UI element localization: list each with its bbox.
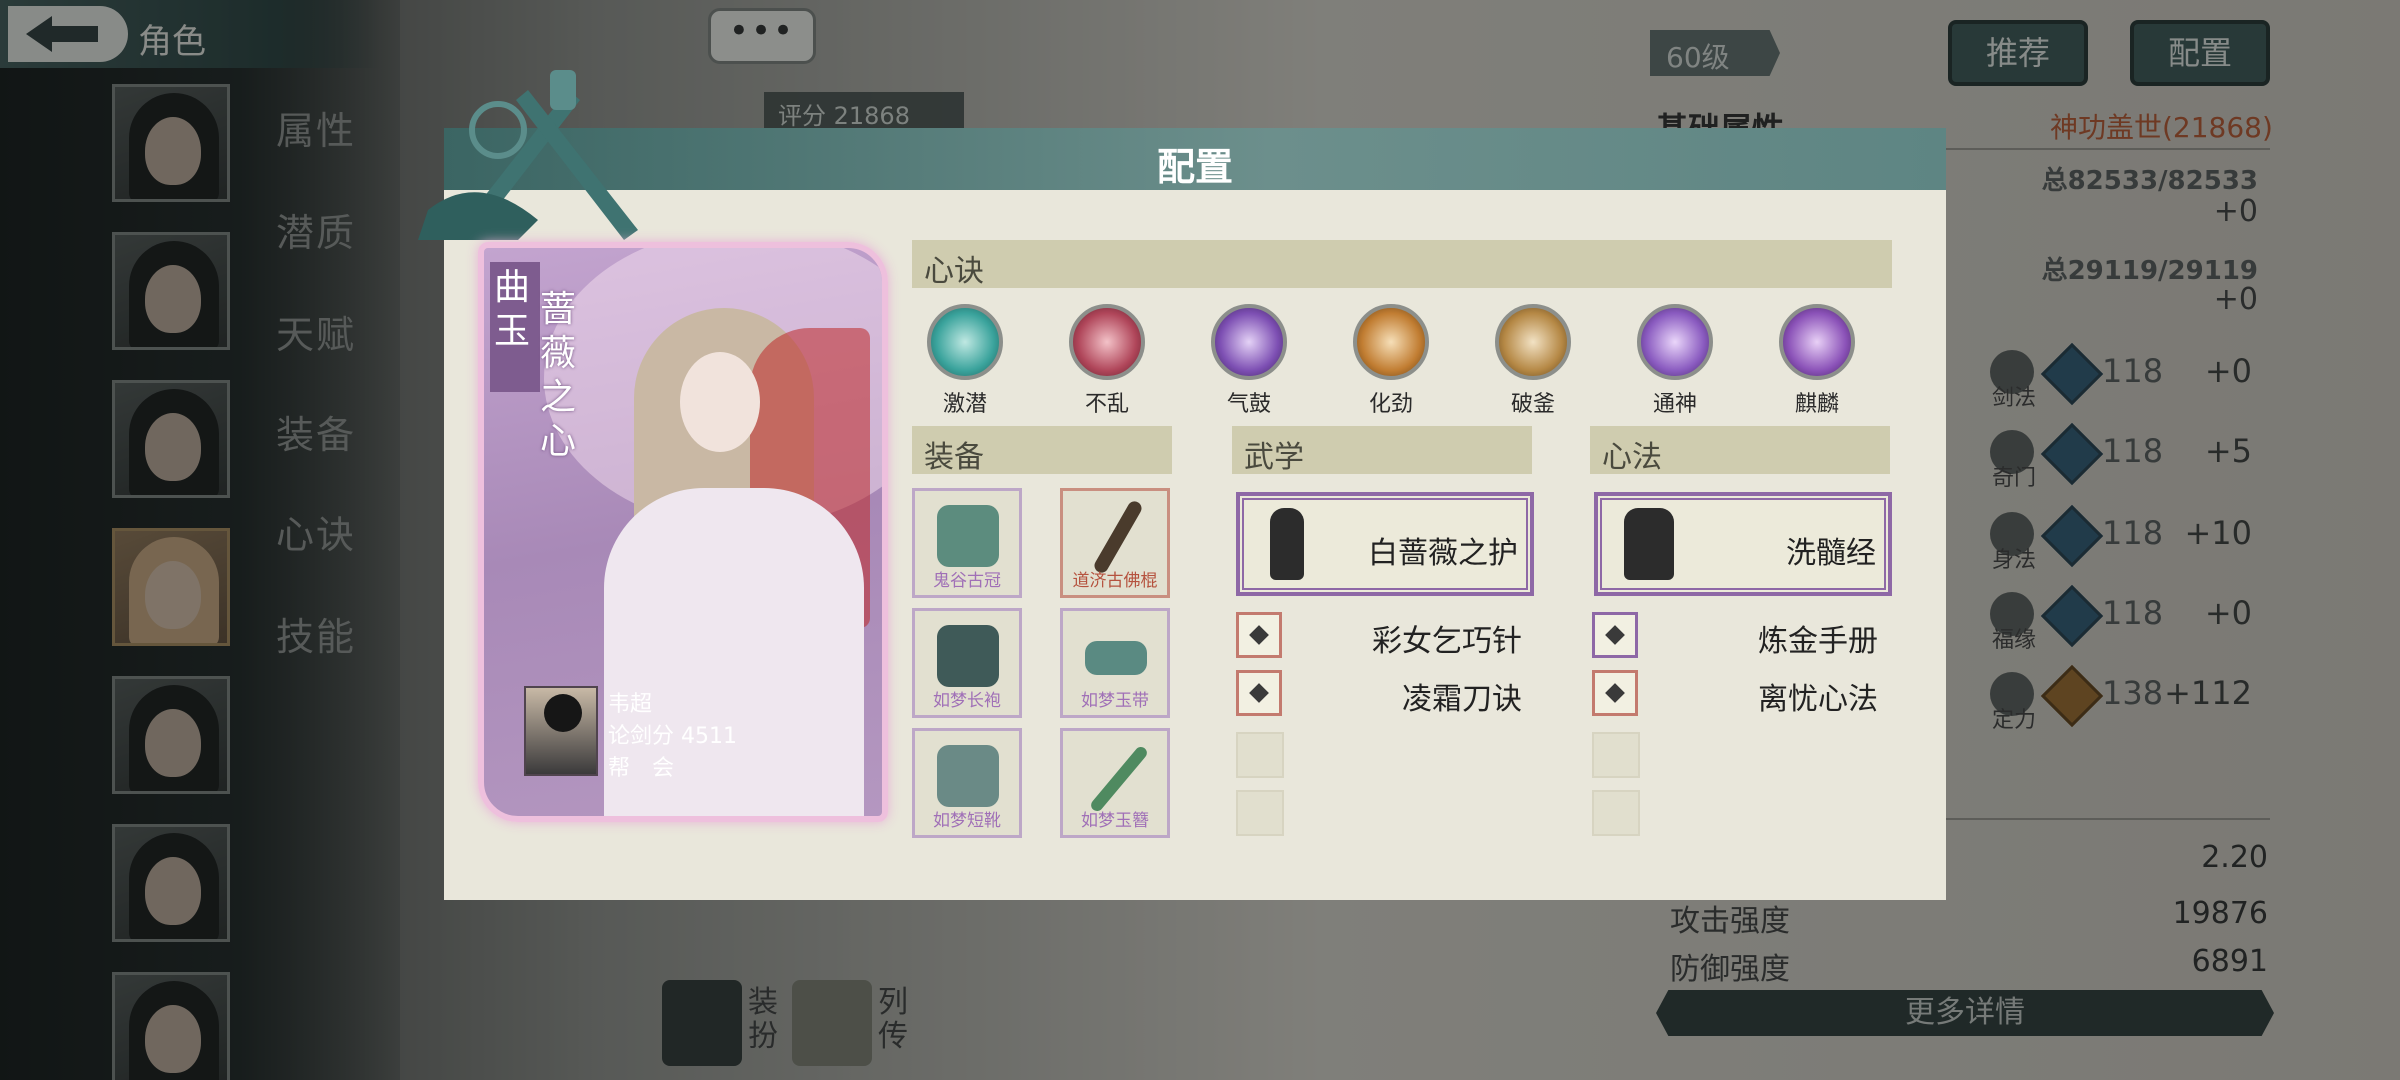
section-title: 装备: [924, 440, 984, 475]
martial-art-sub-slot[interactable]: 彩女乞巧针: [1236, 612, 1536, 659]
section-title: 心法: [1602, 440, 1662, 475]
mind-method-name: 炼金手册: [1758, 624, 1878, 659]
martial-art-name: 彩女乞巧针: [1372, 624, 1522, 659]
martial-art-main-slot[interactable]: 白蔷薇之护: [1236, 492, 1534, 596]
xinjue-slot[interactable]: 破釜: [1492, 304, 1574, 418]
empty-slot[interactable]: [1236, 732, 1284, 778]
equipment-name: 道济古佛棍: [1072, 571, 1158, 591]
equipment-slot[interactable]: 鬼谷古冠: [912, 488, 1022, 598]
character-title: 蔷薇之心: [540, 289, 577, 462]
xinjue-slot[interactable]: 气鼓: [1208, 304, 1290, 418]
section-title: 心诀: [924, 254, 984, 289]
equipment-slot[interactable]: 如梦短靴: [912, 728, 1022, 838]
player-avatar: [524, 686, 598, 776]
qilin-icon: [1779, 304, 1855, 380]
player-name: 韦超: [608, 692, 653, 717]
crown-icon: [937, 505, 999, 567]
xinjue-section-header: 心诀: [912, 240, 1892, 289]
xinjue-name: 麒麟: [1794, 392, 1839, 417]
xinjue-name: 不乱: [1084, 392, 1129, 417]
score-value: 4511: [681, 724, 738, 749]
staff-icon: [1091, 498, 1145, 576]
xinjue-name: 化劲: [1368, 392, 1413, 417]
card-art: [680, 352, 760, 452]
equipment-name: 如梦玉带: [1081, 691, 1149, 711]
xinjue-slot[interactable]: 激潜: [924, 304, 1006, 418]
equipment-slot[interactable]: 如梦玉簪: [1060, 728, 1170, 838]
xinjue-name: 破釜: [1510, 392, 1555, 417]
worry-free-method-icon: [1592, 670, 1638, 716]
xinjue-slot[interactable]: 不乱: [1066, 304, 1148, 418]
tongshen-icon: [1637, 304, 1713, 380]
martial-art-sub-slot[interactable]: 凌霜刀诀: [1236, 670, 1536, 717]
robe-icon: [937, 625, 999, 687]
mind-method-main-slot[interactable]: 洗髓经: [1594, 492, 1892, 596]
config-dialog: 配置 曲玉 蔷薇之心 韦超 论剑分 4511 帮 会 心诀 激潜 不乱 气鼓 化…: [418, 70, 1946, 900]
blade-skill-icon: [1236, 670, 1282, 716]
martial-figure-icon: [1270, 508, 1304, 580]
hairpin-icon: [1088, 744, 1150, 814]
boots-icon: [937, 745, 999, 807]
alchemy-manual-icon: [1592, 612, 1638, 658]
mind-method-name: 洗髓经: [1786, 536, 1876, 571]
xinjue-name: 通神: [1652, 392, 1697, 417]
martial-art-name: 白蔷薇之护: [1368, 536, 1518, 571]
equipment-slot[interactable]: 如梦玉带: [1060, 608, 1170, 718]
meditation-figure-icon: [1624, 508, 1674, 580]
crossed-swords-icon: [418, 70, 638, 240]
mind-method-section-header: 心法: [1590, 426, 1890, 475]
character-name: 曲玉: [494, 267, 531, 352]
empty-slot[interactable]: [1592, 732, 1640, 778]
guild-label: 帮 会: [608, 756, 675, 781]
xinjue-slot[interactable]: 化劲: [1350, 304, 1432, 418]
belt-icon: [1085, 641, 1147, 675]
section-title: 武学: [1244, 440, 1304, 475]
player-score: 论剑分 4511: [608, 718, 737, 750]
equipment-slot[interactable]: 道济古佛棍: [1060, 488, 1170, 598]
empty-slot[interactable]: [1592, 790, 1640, 836]
equipment-section-header: 装备: [912, 426, 1172, 475]
equipment-name: 如梦长袍: [933, 691, 1001, 711]
martial-art-name: 凌霜刀诀: [1402, 682, 1522, 717]
qigu-icon: [1211, 304, 1287, 380]
equipment-slot[interactable]: 如梦长袍: [912, 608, 1022, 718]
buluan-icon: [1069, 304, 1145, 380]
xinjue-name: 激潜: [942, 392, 987, 417]
huajin-icon: [1353, 304, 1429, 380]
jiqian-icon: [927, 304, 1003, 380]
pofu-icon: [1495, 304, 1571, 380]
needle-skill-icon: [1236, 612, 1282, 658]
equipment-name: 如梦玉簪: [1081, 811, 1149, 831]
martial-arts-section-header: 武学: [1232, 426, 1532, 475]
xinjue-slot[interactable]: 通神: [1634, 304, 1716, 418]
mind-method-sub-slot[interactable]: 炼金手册: [1592, 612, 1892, 659]
score-label: 论剑分: [608, 724, 675, 749]
empty-slot[interactable]: [1236, 790, 1284, 836]
mind-method-name: 离忧心法: [1758, 682, 1878, 717]
character-card[interactable]: 曲玉 蔷薇之心 韦超 论剑分 4511 帮 会: [478, 242, 888, 822]
mind-method-sub-slot[interactable]: 离忧心法: [1592, 670, 1892, 717]
xinjue-slot[interactable]: 麒麟: [1776, 304, 1858, 418]
xinjue-name: 气鼓: [1226, 392, 1271, 417]
equipment-name: 如梦短靴: [933, 811, 1001, 831]
equipment-name: 鬼谷古冠: [933, 571, 1001, 591]
